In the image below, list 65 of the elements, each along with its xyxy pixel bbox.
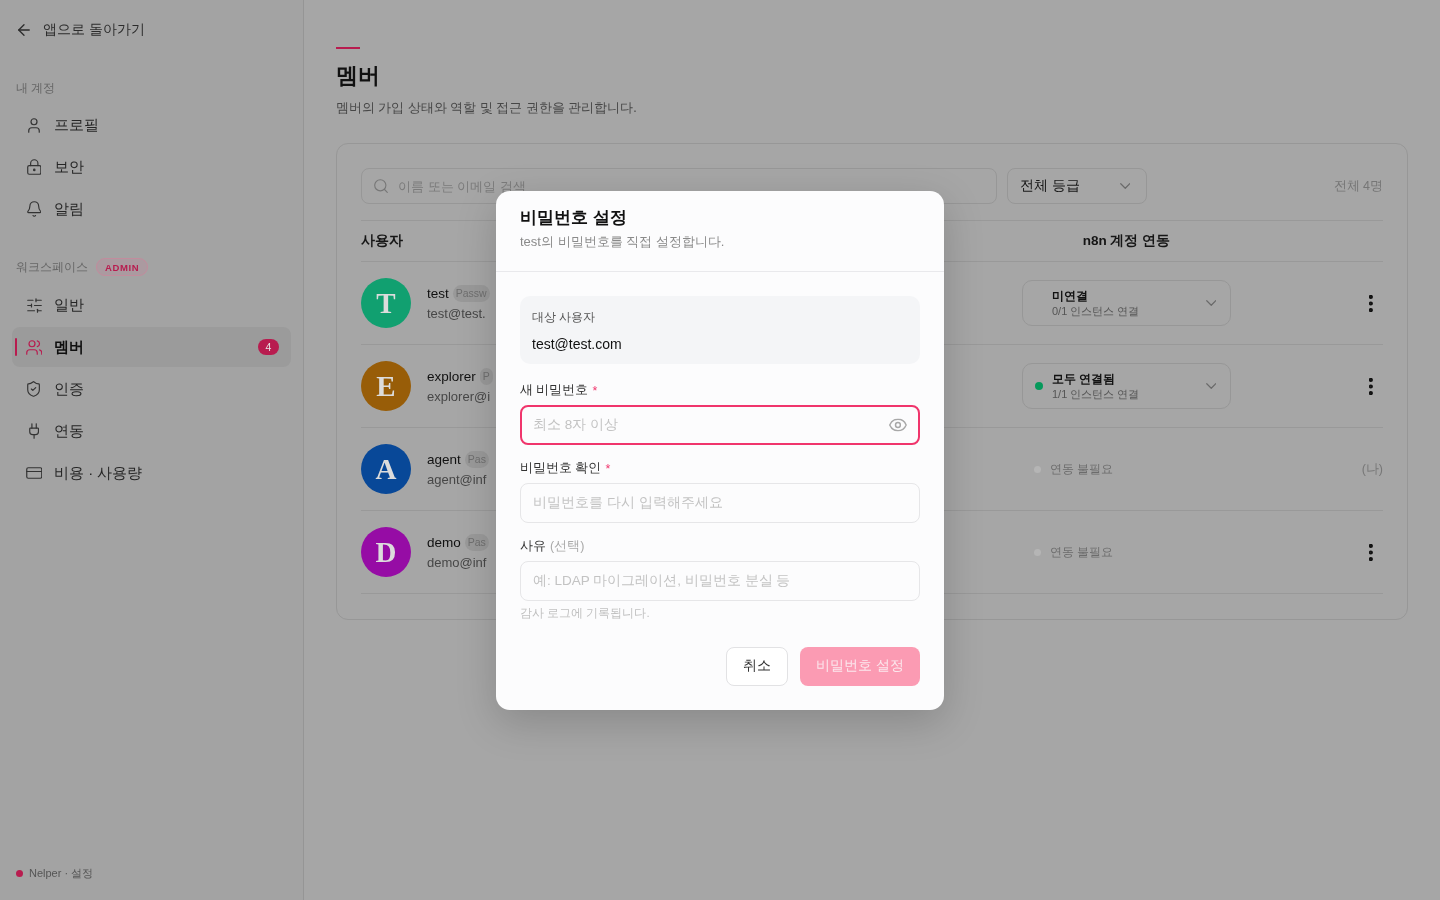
member-email: agent@inf [427, 470, 487, 489]
role-filter-select[interactable]: 전체 등급 [1007, 168, 1147, 204]
member-email: demo@inf [427, 553, 487, 572]
field-label: 사유 [520, 538, 546, 555]
member-email: explorer@i [427, 387, 491, 406]
sidebar-item[interactable]: 일반 [12, 285, 291, 325]
n8n-link-select[interactable]: 모두 연결됨 1/1 인스턴스 연결 [1022, 363, 1231, 409]
avatar: T [361, 278, 411, 328]
people-icon [25, 339, 43, 355]
status-dot-icon [16, 869, 23, 877]
sidebar-item[interactable]: 인증 [12, 369, 291, 409]
vertical-dots-icon [1369, 377, 1373, 395]
member-name: test [427, 286, 449, 301]
dialog-title: 비밀번호 설정 [520, 206, 628, 229]
vertical-dots-icon [1369, 294, 1373, 312]
role-badge: ADMIN [96, 258, 149, 276]
optional-note: (선택) [550, 538, 585, 555]
chevron-down-icon [1119, 183, 1130, 189]
password-field[interactable]: 최소 8자 이상 [520, 404, 920, 445]
n8n-link-select[interactable]: 미연결 0/1 인스턴스 연결 [1022, 280, 1231, 326]
search-icon [374, 179, 388, 193]
member-name: explorer [427, 369, 476, 384]
sidebar-item[interactable]: 연동 [12, 411, 291, 451]
column-header: 사용자 [361, 232, 403, 250]
section-label: 워크스페이스 [16, 259, 88, 275]
member-name: demo [427, 535, 461, 550]
shield-check-icon [27, 381, 41, 397]
page-description: 멤버의 가입 상태와 역할 및 접근 권한을 관리합니다. [336, 100, 638, 117]
sidebar-item[interactable]: 알림 [12, 189, 291, 229]
member-name: agent [427, 452, 461, 467]
back-link[interactable]: 앱으로 돌아가기 [12, 18, 145, 42]
bell-icon [26, 201, 42, 217]
section-label: 내 계정 [16, 80, 56, 96]
status-dot-icon [1035, 382, 1043, 390]
avatar: D [361, 527, 411, 577]
sliders-icon [26, 297, 42, 313]
page-title: 멤버 [336, 62, 381, 90]
person-icon [28, 117, 40, 133]
field-label: 비밀번호 확인 [520, 460, 602, 477]
input-field[interactable]: 비밀번호를 다시 입력해주세요 [520, 482, 920, 523]
dialog-subtitle: test의 비밀번호를 직접 설정합니다. [520, 232, 726, 251]
footer-text: Nelper · 설정 [29, 866, 94, 881]
card-icon [25, 467, 43, 479]
sidebar-item[interactable]: 멤버 4 [12, 327, 291, 367]
required-mark: * [605, 461, 611, 476]
avatar: A [361, 444, 411, 494]
chevron-down-icon [1205, 383, 1216, 389]
sidebar-item[interactable]: 비용 · 사용량 [12, 453, 291, 493]
sidebar-item[interactable]: 보안 [12, 147, 291, 187]
sidebar-item[interactable]: 프로필 [12, 105, 291, 145]
column-header: n8n 계정 연동 [1082, 232, 1171, 250]
count-badge: 4 [258, 339, 279, 355]
target-email: test@test.com [532, 334, 623, 354]
field-hint: 감사 로그에 기록됩니다. [520, 605, 651, 621]
target-label: 대상 사용자 [532, 308, 597, 326]
vertical-dots-icon [1369, 543, 1373, 561]
required-mark: * [592, 383, 598, 398]
chevron-down-icon [1205, 300, 1216, 306]
field-label: 새 비밀번호 [520, 382, 589, 399]
lock-icon [26, 159, 42, 175]
cancel-button[interactable]: 취소 [726, 646, 789, 686]
avatar: E [361, 361, 411, 411]
input-field[interactable]: 예: LDAP 마이그레이션, 비밀번호 분실 등 [520, 560, 920, 601]
member-email: test@test. [427, 304, 486, 323]
plug-icon [28, 423, 40, 439]
